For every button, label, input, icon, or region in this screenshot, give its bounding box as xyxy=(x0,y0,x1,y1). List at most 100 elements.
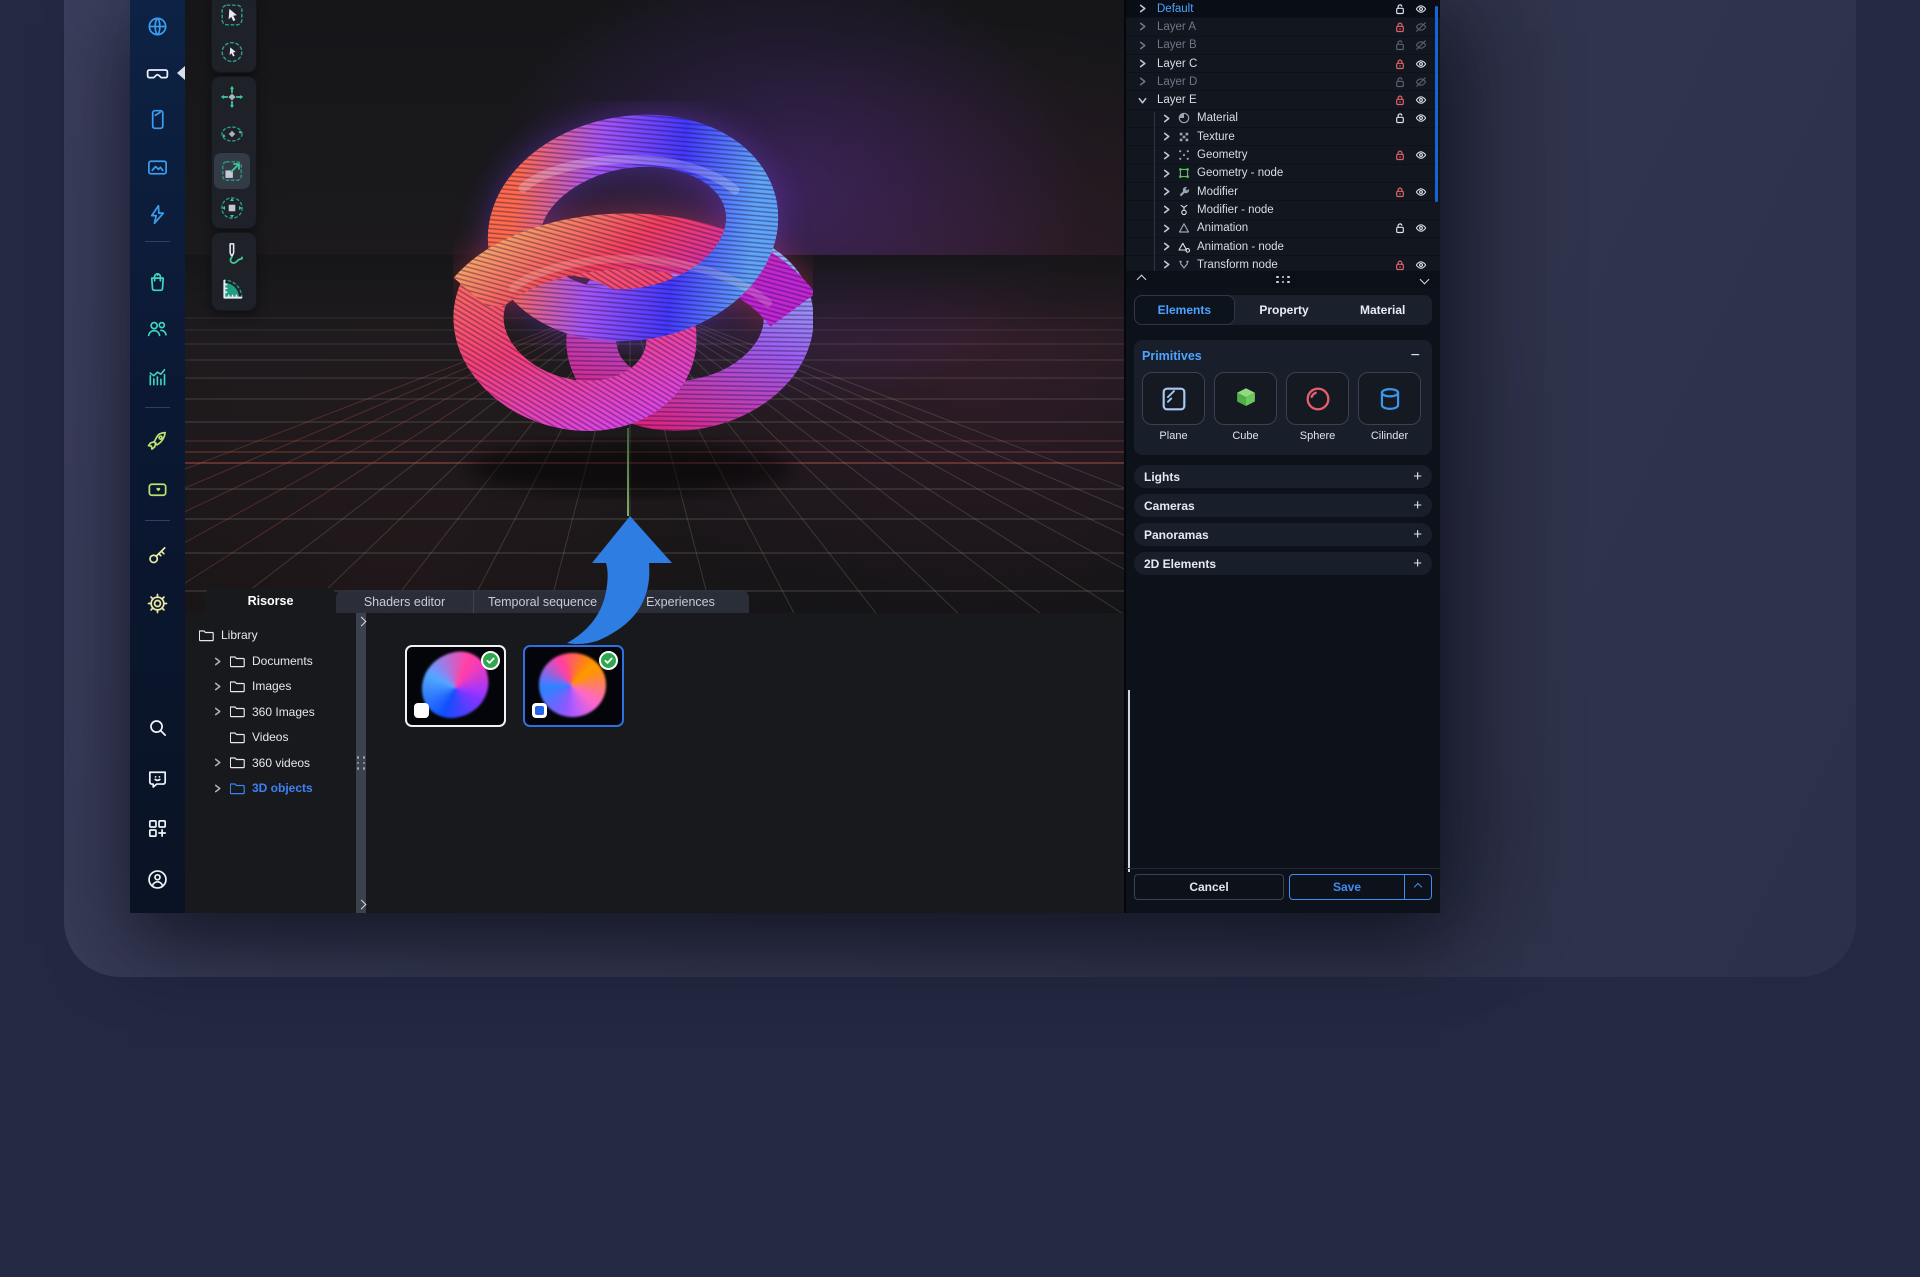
layer-row[interactable]: Modifier xyxy=(1126,183,1440,200)
unlock-icon[interactable] xyxy=(1394,222,1407,235)
lock-icon[interactable] xyxy=(1394,185,1407,198)
section-2d-elements[interactable]: 2D Elements+ xyxy=(1134,552,1432,575)
primitive-plane-box[interactable] xyxy=(1142,372,1205,425)
splitter-collapse-top-icon[interactable] xyxy=(356,617,366,627)
tool-measure-button[interactable] xyxy=(214,272,250,308)
chevron-right-icon[interactable] xyxy=(213,655,225,667)
library-item-360-videos[interactable]: 360 videos xyxy=(213,756,310,770)
splitter-collapse-bottom-icon[interactable] xyxy=(356,900,366,910)
sidebar-item-gear[interactable] xyxy=(137,583,178,624)
lock-icon[interactable] xyxy=(1394,94,1407,107)
unlock-icon[interactable] xyxy=(1394,112,1407,125)
asset-checkbox[interactable] xyxy=(414,703,429,718)
tool-select-cursor-button[interactable] xyxy=(214,0,250,33)
abstract-waves-asset[interactable] xyxy=(405,645,506,727)
section-panoramas[interactable]: Panoramas+ xyxy=(1134,523,1432,546)
sidebar-item-key[interactable] xyxy=(137,535,178,576)
sidebar-item-lightning[interactable] xyxy=(137,194,178,235)
drag-handle-icon[interactable] xyxy=(1276,276,1290,284)
add-panoramas-icon[interactable]: + xyxy=(1413,526,1422,543)
asset-checkbox[interactable] xyxy=(532,703,547,718)
unlock-icon[interactable] xyxy=(1394,75,1407,88)
tool-move-button[interactable] xyxy=(214,79,250,115)
eye-icon[interactable] xyxy=(1415,222,1428,235)
eye-icon[interactable] xyxy=(1415,258,1428,271)
primitive-plane[interactable]: Plane xyxy=(1142,372,1205,442)
sidebar-item-user-circle[interactable] xyxy=(137,859,178,900)
library-item-3d-objects[interactable]: 3D objects xyxy=(213,781,313,795)
collapse-section-icon[interactable]: − xyxy=(1411,351,1420,361)
torus-knot-asset[interactable] xyxy=(523,645,624,727)
layer-row[interactable]: Layer B xyxy=(1126,37,1440,54)
save-options-button[interactable] xyxy=(1404,875,1431,899)
save-button[interactable]: Save xyxy=(1289,874,1432,900)
chevron-right-icon[interactable] xyxy=(1162,150,1172,160)
unlock-icon[interactable] xyxy=(1394,2,1407,15)
chevron-right-icon[interactable] xyxy=(1138,4,1148,14)
layers-scrollbar[interactable] xyxy=(1435,6,1438,202)
chevron-right-icon[interactable] xyxy=(1162,168,1172,178)
section-cameras[interactable]: Cameras+ xyxy=(1134,494,1432,517)
primitive-sphere[interactable]: Sphere xyxy=(1286,372,1349,442)
sidebar-item-users[interactable] xyxy=(137,308,178,349)
sidebar-item-smartphone[interactable] xyxy=(137,99,178,140)
unlock-icon[interactable] xyxy=(1394,39,1407,52)
cancel-button[interactable]: Cancel xyxy=(1134,874,1284,900)
chevron-right-icon[interactable] xyxy=(1162,242,1172,252)
tab-elements[interactable]: Elements xyxy=(1134,295,1235,325)
tool-scale-button[interactable] xyxy=(214,153,250,189)
layer-row[interactable]: Transform node xyxy=(1126,256,1440,271)
inspector-scrollbar[interactable] xyxy=(1128,690,1130,872)
chevron-right-icon[interactable] xyxy=(1162,223,1172,233)
add-2d-elements-icon[interactable]: + xyxy=(1413,555,1422,572)
tab-risorse[interactable]: Risorse xyxy=(205,588,336,613)
sidebar-item-search[interactable] xyxy=(137,707,178,748)
chevron-right-icon[interactable] xyxy=(1162,113,1172,123)
layer-row[interactable]: Material xyxy=(1126,110,1440,127)
splitter-grip-icon[interactable] xyxy=(357,756,366,770)
primitive-cylinder[interactable]: Cilinder xyxy=(1358,372,1421,442)
library-item-images[interactable]: Images xyxy=(213,679,291,693)
sidebar-item-globe[interactable] xyxy=(137,6,178,47)
layer-row[interactable]: Layer A xyxy=(1126,18,1440,35)
chevron-right-icon[interactable] xyxy=(1162,187,1172,197)
tool-pen-path-button[interactable] xyxy=(214,235,250,271)
eye-icon[interactable] xyxy=(1415,2,1428,15)
eye-off-icon[interactable] xyxy=(1415,75,1428,88)
layer-row[interactable]: Default xyxy=(1126,0,1440,17)
eye-icon[interactable] xyxy=(1415,57,1428,70)
add-cameras-icon[interactable]: + xyxy=(1413,497,1422,514)
chevron-right-icon[interactable] xyxy=(213,782,225,794)
chevron-right-icon[interactable] xyxy=(1162,132,1172,142)
collapse-down-icon[interactable] xyxy=(1420,275,1430,285)
tool-rotate-button[interactable] xyxy=(214,116,250,152)
library-splitter[interactable] xyxy=(356,613,366,913)
lock-icon[interactable] xyxy=(1394,149,1407,162)
sidebar-item-rocket[interactable] xyxy=(137,421,178,462)
tab-shaders-editor[interactable]: Shaders editor xyxy=(336,590,473,613)
eye-icon[interactable] xyxy=(1415,112,1428,125)
sidebar-item-media-card[interactable] xyxy=(137,147,178,188)
library-root[interactable]: Library xyxy=(199,628,258,642)
layer-row[interactable]: Geometry xyxy=(1126,146,1440,163)
chevron-right-icon[interactable] xyxy=(213,757,225,769)
tab-property[interactable]: Property xyxy=(1235,295,1334,325)
layer-row[interactable]: Animation xyxy=(1126,220,1440,237)
chevron-right-icon[interactable] xyxy=(1138,22,1148,32)
layer-row[interactable]: Animation - node xyxy=(1126,238,1440,255)
collapse-up-icon[interactable] xyxy=(1137,275,1147,285)
chevron-right-icon[interactable] xyxy=(1138,59,1148,69)
tool-select-ellipse-button[interactable] xyxy=(214,34,250,70)
sidebar-item-vr-goggles[interactable] xyxy=(137,53,178,94)
sidebar-item-video-card[interactable] xyxy=(137,469,178,510)
save-button-label[interactable]: Save xyxy=(1290,875,1404,899)
eye-icon[interactable] xyxy=(1415,94,1428,107)
sidebar-item-shopping-bag[interactable] xyxy=(137,261,178,302)
chevron-right-icon[interactable] xyxy=(1138,77,1148,87)
chevron-right-icon[interactable] xyxy=(1162,260,1172,270)
layer-row[interactable]: Texture xyxy=(1126,128,1440,145)
tab-material[interactable]: Material xyxy=(1333,295,1432,325)
eye-icon[interactable] xyxy=(1415,149,1428,162)
library-item-360-images[interactable]: 360 Images xyxy=(213,705,315,719)
section-lights[interactable]: Lights+ xyxy=(1134,465,1432,488)
